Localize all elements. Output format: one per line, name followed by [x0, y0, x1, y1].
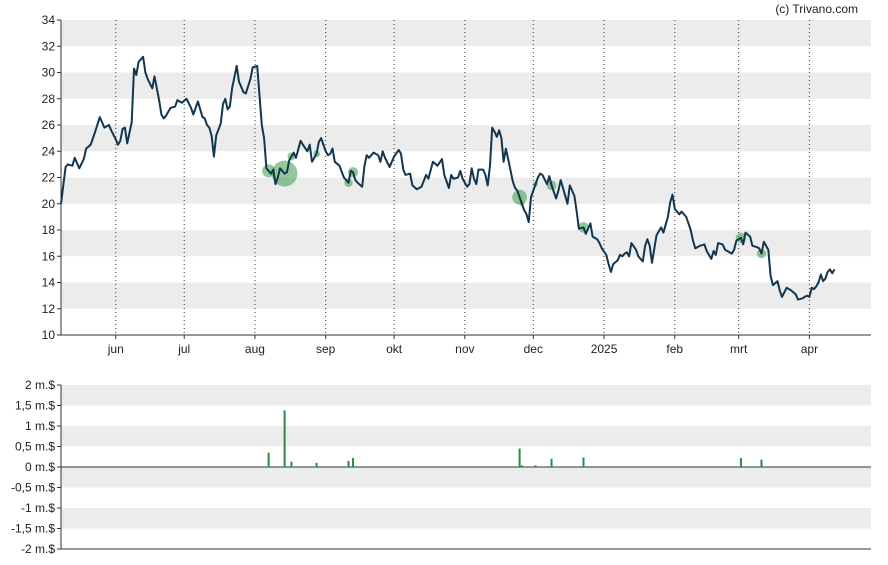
x-tick-label: sep: [316, 342, 336, 356]
x-tick-label: mrt: [730, 342, 748, 356]
volume-bar: [534, 465, 537, 467]
x-tick-label: jul: [177, 342, 190, 356]
volume-bar: [582, 457, 585, 467]
volume-bar: [518, 448, 521, 467]
volume-bar: [283, 410, 286, 467]
volume-bar: [290, 461, 293, 467]
x-tick-label: okt: [386, 342, 403, 356]
volume-panel: 2 m.$ 1,5 m.$ 1 m.$ 0,5 m.$ 0 m.$ -0,5 m.$ -1 …: [11, 378, 871, 556]
y-tick-label: 24: [42, 144, 56, 158]
y-tick-label: 20: [42, 197, 56, 211]
volume-bar: [760, 459, 763, 467]
price-band: [61, 177, 871, 204]
volume-y-tick-label: 1 m.$: [25, 419, 55, 433]
x-tick-label: feb: [666, 342, 683, 356]
volume-band: [61, 385, 871, 406]
x-tick-label: aug: [245, 342, 265, 356]
y-tick-label: 18: [42, 223, 56, 237]
y-tick-label: 14: [42, 276, 56, 290]
volume-band: [61, 508, 871, 529]
volume-y-tick-label: 1,5 m.$: [15, 399, 55, 413]
y-tick-label: 12: [42, 302, 56, 316]
y-tick-label: 32: [42, 39, 56, 53]
y-tick-label: 26: [42, 118, 56, 132]
x-tick-label: 2025: [591, 342, 618, 356]
volume-y-tick-label: 2 m.$: [25, 378, 55, 392]
volume-bar: [352, 457, 355, 467]
y-tick-label: 30: [42, 66, 56, 80]
y-tick-label: 16: [42, 249, 56, 263]
volume-y-tick-label: 0,5 m.$: [15, 440, 55, 454]
x-tick-label: dec: [524, 342, 543, 356]
volume-band: [61, 467, 871, 488]
y-tick-label: 10: [42, 328, 56, 342]
price-band: [61, 282, 871, 309]
volume-bar: [315, 462, 318, 467]
y-tick-label: 22: [42, 171, 56, 185]
volume-bar: [739, 457, 742, 467]
volume-y-tick-label: -2 m.$: [21, 542, 55, 556]
volume-y-tick-label: -1 m.$: [21, 501, 55, 515]
price-panel: jun jul aug sep okt nov dec 2025 feb mrt apr 34 32 30…: [42, 13, 871, 356]
y-tick-label: 28: [42, 92, 56, 106]
volume-band: [61, 426, 871, 447]
x-tick-label: jun: [107, 342, 124, 356]
volume-y-tick-label: -0,5 m.$: [11, 481, 55, 495]
volume-y-tick-label: 0 m.$: [25, 460, 55, 474]
volume-bar: [520, 465, 523, 467]
price-band: [61, 125, 871, 152]
y-tick-label: 34: [42, 13, 56, 27]
volume-bar: [347, 460, 350, 467]
price-band: [61, 20, 871, 47]
x-tick-label: nov: [455, 342, 474, 356]
volume-y-tick-label: -1,5 m.$: [11, 522, 55, 536]
price-band: [61, 72, 871, 99]
stock-chart: jun jul aug sep okt nov dec 2025 feb mrt apr 34 32 30…: [11, 13, 871, 556]
volume-bar: [267, 452, 270, 467]
x-tick-label: apr: [801, 342, 818, 356]
price-band: [61, 230, 871, 257]
volume-bar: [550, 458, 553, 467]
